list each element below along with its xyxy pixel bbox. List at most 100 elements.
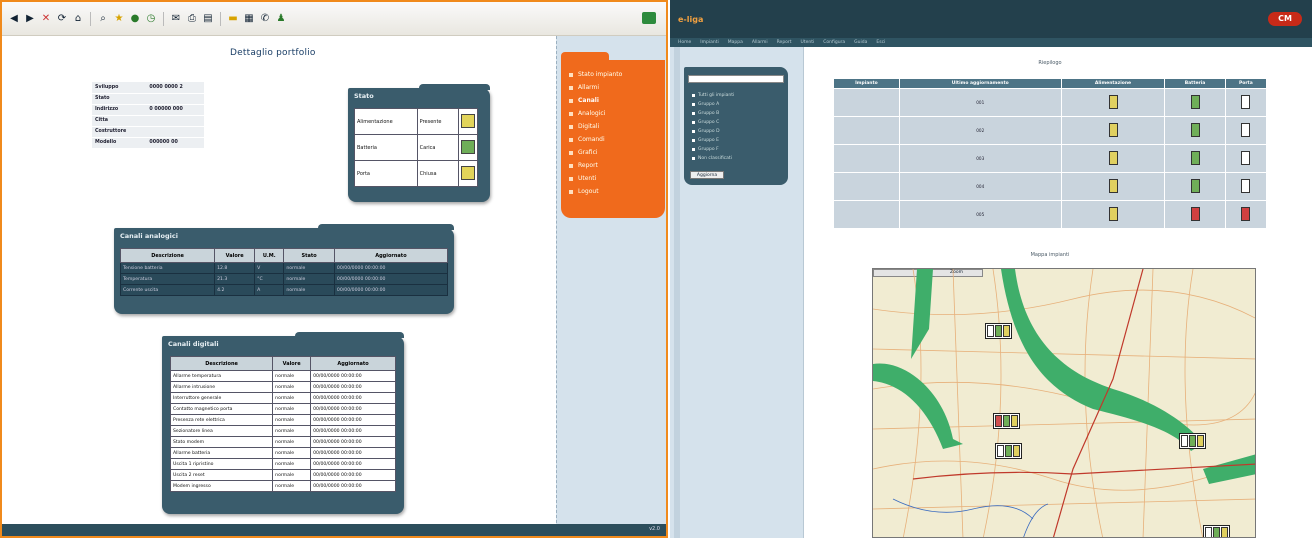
info-value xyxy=(146,126,204,138)
analog-table: Descrizione Valore U.M. Stato Aggiornato Ten… xyxy=(119,248,449,296)
stato-status: Chiusa xyxy=(416,160,460,187)
menu-item[interactable]: Report xyxy=(569,159,665,172)
table-row[interactable]: 003 xyxy=(833,144,1268,173)
mail-icon[interactable]: ✉ xyxy=(170,13,182,25)
bullet-icon xyxy=(692,112,695,115)
side-list-item[interactable]: Gruppo A xyxy=(692,100,734,109)
map-marker[interactable] xyxy=(1179,433,1206,449)
map-window: e-liga CM Home Impianti Mappa Allarmi Report… xyxy=(670,0,1312,538)
map-marker[interactable] xyxy=(993,413,1020,429)
plant-id-cell: 004 xyxy=(898,172,1062,201)
table-cell: Allarme intrusione xyxy=(169,381,274,393)
side-list-item[interactable]: Tutti gli impianti xyxy=(692,91,734,100)
nav-item[interactable]: Impianti xyxy=(700,40,718,45)
map-marker[interactable] xyxy=(1203,525,1230,537)
nav-item[interactable]: Allarmi xyxy=(752,40,768,45)
back-icon[interactable]: ◀ xyxy=(8,13,20,25)
menu-item-label: Analogici xyxy=(578,110,606,117)
table-cell: 00/00/0000 00:00:00 xyxy=(310,370,396,382)
side-list-item[interactable]: Gruppo F xyxy=(692,145,734,154)
forward-icon[interactable]: ▶ xyxy=(24,13,36,25)
side-list-item[interactable]: Gruppo D xyxy=(692,127,734,136)
table-row[interactable]: 004 xyxy=(833,172,1268,201)
nav-item[interactable]: Utenti xyxy=(801,40,815,45)
status-cell xyxy=(1060,144,1166,173)
table-cell: V xyxy=(254,262,285,274)
nav-item[interactable]: Mappa xyxy=(728,40,743,45)
table-cell: normale xyxy=(272,436,312,448)
menu-item[interactable]: Digitali xyxy=(569,120,665,133)
bullet-icon xyxy=(692,139,695,142)
history-icon[interactable]: ◷ xyxy=(145,13,157,25)
menu-item[interactable]: Stato impianto xyxy=(569,68,665,81)
info-value: 0 00000 000 xyxy=(146,104,204,116)
info-label: Stato xyxy=(92,93,147,105)
status-cell xyxy=(1224,172,1268,201)
filter-input[interactable] xyxy=(688,75,784,83)
nav-item[interactable]: Home xyxy=(678,40,691,45)
table-row: Uscita 2 reset normale 00/00/0000 00:00:00 xyxy=(169,469,396,481)
favorites-icon[interactable]: ★ xyxy=(113,13,125,25)
menu-item[interactable]: Logout xyxy=(569,185,665,198)
menu-item[interactable]: Utenti xyxy=(569,172,665,185)
plant-map[interactable]: Zoom xyxy=(872,268,1256,538)
table-row: Contatto magnetico porta normale 00/00/000… xyxy=(169,403,396,415)
nav-item[interactable]: Esci xyxy=(876,40,885,45)
table-cell: normale xyxy=(272,403,312,415)
media-icon[interactable]: ● xyxy=(129,13,141,25)
nav-item[interactable]: Configura xyxy=(823,40,845,45)
folder-icon[interactable]: ▬ xyxy=(227,13,239,25)
footer-bar: v2.0 xyxy=(2,524,666,536)
column-header: Valore xyxy=(214,248,256,263)
table-cell: normale xyxy=(272,447,312,459)
table-cell: Allarme batteria xyxy=(169,447,274,459)
home-icon[interactable]: ⌂ xyxy=(72,13,84,25)
power-icon xyxy=(1108,179,1118,193)
map-canvas xyxy=(873,269,1255,537)
side-list-item[interactable]: Gruppo E xyxy=(692,136,734,145)
status-cell xyxy=(1060,116,1166,145)
map-marker[interactable] xyxy=(985,323,1012,339)
side-list-item[interactable]: Gruppo C xyxy=(692,118,734,127)
menu-item[interactable]: Comandi xyxy=(569,133,665,146)
info-value xyxy=(146,93,204,105)
bullet-icon xyxy=(692,157,695,160)
refresh-button[interactable]: Aggiorna xyxy=(690,171,724,179)
table-cell: 00/00/0000 00:00:00 xyxy=(310,447,396,459)
messenger-icon[interactable]: ✆ xyxy=(259,13,271,25)
menu-item[interactable]: Allarmi xyxy=(569,81,665,94)
table-row[interactable]: 001 xyxy=(833,88,1268,117)
table-cell: normale xyxy=(272,381,312,393)
map-marker[interactable] xyxy=(995,443,1022,459)
table-cell: normale xyxy=(272,414,312,426)
side-list-item[interactable]: Gruppo B xyxy=(692,109,734,118)
table-row[interactable]: 002 xyxy=(833,116,1268,145)
edit-icon[interactable]: ▤ xyxy=(202,13,214,25)
notes-icon[interactable]: ▦ xyxy=(243,13,255,25)
table-cell: 00/00/0000 00:00:00 xyxy=(310,458,396,470)
status-cell xyxy=(1224,88,1268,117)
column-header: Descrizione xyxy=(119,248,216,263)
nav-item[interactable]: Guida xyxy=(854,40,867,45)
menu-item-label: Digitali xyxy=(578,123,600,130)
info-label: Indirizzo xyxy=(92,104,147,116)
search-icon[interactable]: ⌕ xyxy=(97,13,109,25)
stop-icon[interactable]: ✕ xyxy=(40,13,52,25)
main-menu: Stato impianto Allarmi Canali Analogici Digi… xyxy=(561,52,665,218)
menu-item[interactable]: Grafici xyxy=(569,146,665,159)
table-cell: Uscita 1 ripristino xyxy=(169,458,274,470)
table-cell: 00/00/0000 00:00:00 xyxy=(333,284,449,296)
door-icon xyxy=(1241,123,1251,137)
refresh-icon[interactable]: ⟳ xyxy=(56,13,68,25)
table-cell: Presenza rete elettrica xyxy=(169,414,274,426)
table-row[interactable]: 005 xyxy=(833,200,1268,229)
table-cell: 00/00/0000 00:00:00 xyxy=(310,403,396,415)
plant-id-cell: 005 xyxy=(898,200,1062,229)
menu-item[interactable]: Canali xyxy=(569,94,665,107)
table-cell: Uscita 2 reset xyxy=(169,469,274,481)
users-icon[interactable]: ♟ xyxy=(275,13,287,25)
nav-item[interactable]: Report xyxy=(777,40,792,45)
print-icon[interactable]: ⎙ xyxy=(186,13,198,25)
side-list-item[interactable]: Non classificati xyxy=(692,154,734,163)
menu-item[interactable]: Analogici xyxy=(569,107,665,120)
